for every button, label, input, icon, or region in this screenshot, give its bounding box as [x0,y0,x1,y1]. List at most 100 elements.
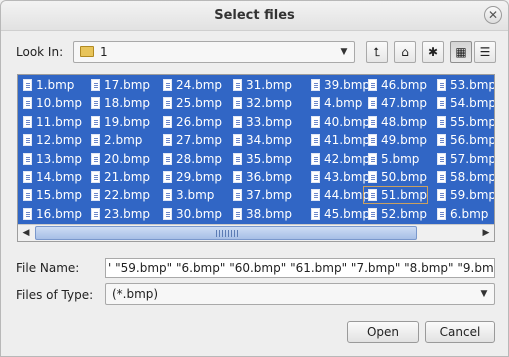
file-item[interactable]: 49.bmp [363,131,428,149]
home-icon[interactable]: ⌂ [394,41,416,63]
file-item[interactable]: 26.bmp [158,113,224,131]
scroll-right-icon[interactable]: ▶ [478,225,494,241]
file-item[interactable]: 12.bmp [18,131,82,149]
file-item[interactable]: 31.bmp [228,76,302,94]
open-button[interactable]: Open [347,321,419,343]
file-icon [368,207,377,220]
file-item[interactable]: 51.bmp [363,186,428,205]
file-icon [163,207,172,220]
cancel-button[interactable]: Cancel [425,321,495,343]
file-icon [233,152,242,165]
file-item[interactable]: 52.bmp [363,205,428,223]
file-item[interactable]: 40.bmp [306,113,370,131]
chevron-down-icon[interactable]: ▼ [338,45,350,59]
file-item[interactable]: 42.bmp [306,150,370,168]
file-icon [163,189,172,202]
file-item[interactable]: 43.bmp [306,168,370,186]
file-item[interactable]: 45.bmp [306,205,370,223]
file-label: 55.bmp [450,114,494,129]
file-item[interactable]: 1.bmp [18,76,82,94]
file-item[interactable]: 4.bmp [306,94,362,112]
file-item[interactable]: 3.bmp [158,186,224,204]
file-item[interactable]: 58.bmp [432,168,494,186]
file-item[interactable]: 56.bmp [432,131,494,149]
file-item[interactable]: 15.bmp [18,186,82,204]
file-item[interactable]: 6.bmp [432,205,490,223]
file-item[interactable]: 53.bmp [432,76,494,94]
up-folder-icon[interactable]: ⮤ [366,41,388,63]
file-icon [368,79,377,91]
file-item[interactable]: 32.bmp [228,94,302,112]
file-item[interactable]: 11.bmp [18,113,82,131]
file-item[interactable]: 48.bmp [363,113,428,131]
file-item[interactable]: 5.bmp [363,150,428,168]
file-label: 58.bmp [450,170,494,184]
file-icon [23,115,32,128]
file-item[interactable]: 50.bmp [363,168,428,186]
file-item[interactable]: 47.bmp [363,94,428,112]
file-item[interactable]: 19.bmp [86,113,154,131]
file-label: 21.bmp [104,170,151,184]
file-item[interactable]: 18.bmp [86,94,154,112]
file-item[interactable]: 21.bmp [86,168,154,186]
file-item[interactable]: 10.bmp [18,94,82,112]
file-item[interactable]: 34.bmp [228,131,302,149]
file-label: 17.bmp [104,78,151,92]
file-list[interactable]: 1.bmp 10.bmp 11.bmp 12.bmp 13.bmp 14.bmp 15.bm… [17,74,495,242]
file-item[interactable]: 29.bmp [158,168,224,186]
file-icon [91,171,100,183]
file-label: 19.bmp [104,114,151,129]
file-item[interactable]: 54.bmp [432,94,494,112]
file-icon [91,207,100,220]
folder-icon [80,46,94,57]
file-item[interactable]: 33.bmp [228,113,302,131]
file-icon [368,171,377,183]
file-label: 25.bmp [176,96,223,111]
horizontal-scrollbar[interactable]: ◀ ▶ [18,224,494,241]
file-item[interactable]: 25.bmp [158,94,224,112]
new-folder-icon[interactable]: ✱ [422,41,444,63]
files-of-type-label: Files of Type: [16,288,94,302]
file-item[interactable]: 13.bmp [18,150,82,168]
file-name-field[interactable]: ' "59.bmp" "6.bmp" "60.bmp" "61.bmp" "7.… [105,258,495,278]
file-item[interactable]: 41.bmp [306,131,370,149]
scrollbar-thumb[interactable] [35,226,417,240]
file-icon [23,152,32,165]
files-of-type-combo[interactable]: (*.bmp) ▼ [105,283,495,305]
file-item[interactable]: 14.bmp [18,168,82,186]
file-item[interactable]: 59.bmp [432,186,494,204]
file-item[interactable]: 16.bmp [18,205,82,223]
file-item[interactable]: 36.bmp [228,168,302,186]
file-item[interactable]: 39.bmp [306,76,370,94]
file-item[interactable]: 30.bmp [158,205,224,223]
file-item[interactable]: 2.bmp [86,131,154,149]
file-label: 38.bmp [246,206,293,221]
file-label: 32.bmp [246,96,293,111]
file-item[interactable]: 27.bmp [158,131,224,149]
file-item[interactable]: 17.bmp [86,76,154,94]
look-in-combo[interactable]: 1 ▼ [73,41,355,63]
file-item[interactable]: 37.bmp [228,186,302,204]
file-item[interactable]: 22.bmp [86,186,154,204]
file-label: 22.bmp [104,188,151,203]
file-label: 26.bmp [176,114,223,129]
file-item[interactable]: 38.bmp [228,205,302,223]
file-item[interactable]: 46.bmp [363,76,428,94]
list-view-icon[interactable]: ▦ [450,41,472,63]
file-label: 52.bmp [381,206,428,221]
file-item[interactable]: 23.bmp [86,205,154,223]
file-item[interactable]: 44.bmp [306,186,370,204]
file-item[interactable]: 28.bmp [158,150,224,168]
file-item[interactable]: 57.bmp [432,150,494,168]
title-bar[interactable]: Select files ✕ [1,1,508,31]
file-grid[interactable]: 1.bmp 10.bmp 11.bmp 12.bmp 13.bmp 14.bmp 15.bm… [18,75,494,224]
file-item[interactable]: 20.bmp [86,150,154,168]
details-view-icon[interactable]: ☰ [474,41,496,63]
file-item[interactable]: 24.bmp [158,76,224,94]
file-label: 5.bmp [381,151,420,166]
file-item[interactable]: 35.bmp [228,150,302,168]
close-icon[interactable]: ✕ [484,6,502,24]
scroll-left-icon[interactable]: ◀ [18,225,34,241]
chevron-down-icon[interactable]: ▼ [478,287,490,301]
file-item[interactable]: 55.bmp [432,113,494,131]
